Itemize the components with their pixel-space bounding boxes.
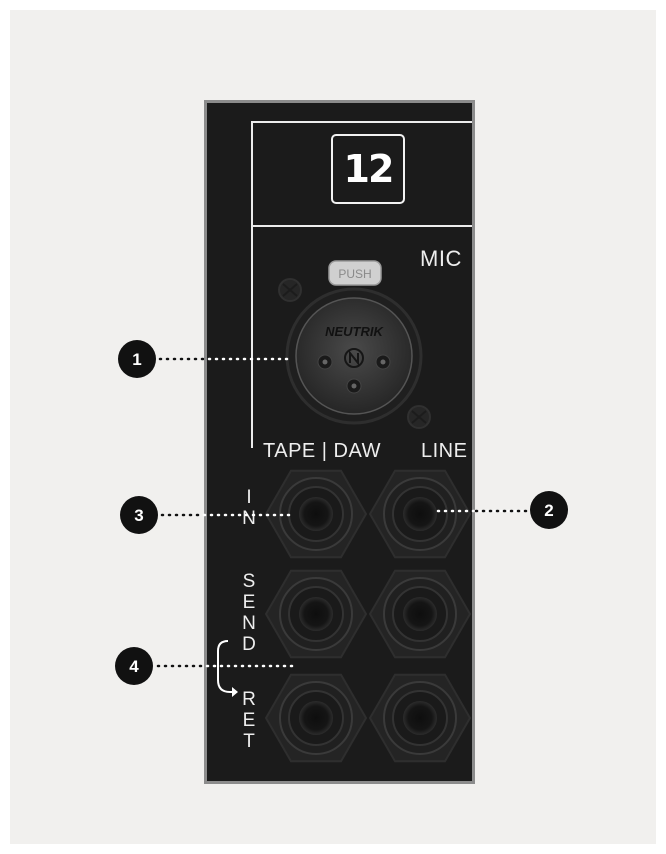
svg-text:4: 4 (129, 657, 139, 676)
send-return-bracket-icon (217, 640, 238, 697)
callout-marker-1: 1 (118, 340, 156, 378)
svg-text:3: 3 (134, 506, 143, 525)
callout-marker-2: 2 (530, 491, 568, 529)
callout-layer: 1 3 2 4 (115, 340, 568, 697)
svg-text:1: 1 (132, 350, 141, 369)
svg-text:2: 2 (544, 501, 553, 520)
callout-marker-3: 3 (120, 496, 158, 534)
callout-marker-4: 4 (115, 647, 153, 685)
